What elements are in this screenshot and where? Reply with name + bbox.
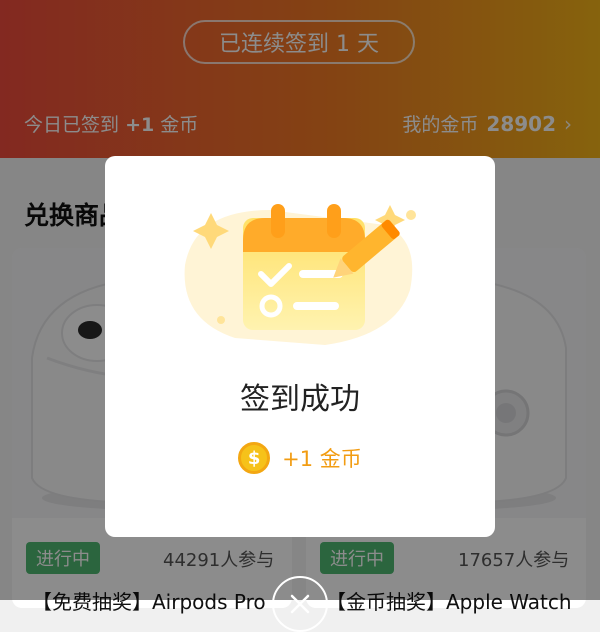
close-button[interactable] xyxy=(272,576,328,632)
reward-text: +1 金币 xyxy=(282,447,362,471)
calendar-checkin-illustration xyxy=(184,204,416,345)
checkin-success-dialog: 签到成功 $ +1 金币 xyxy=(105,156,495,537)
close-icon xyxy=(290,594,310,614)
modal-title: 签到成功 xyxy=(240,382,360,417)
reward-row: $ +1 金币 xyxy=(105,442,495,474)
coin-icon: $ xyxy=(238,442,271,474)
coin-symbol: $ xyxy=(247,447,261,469)
